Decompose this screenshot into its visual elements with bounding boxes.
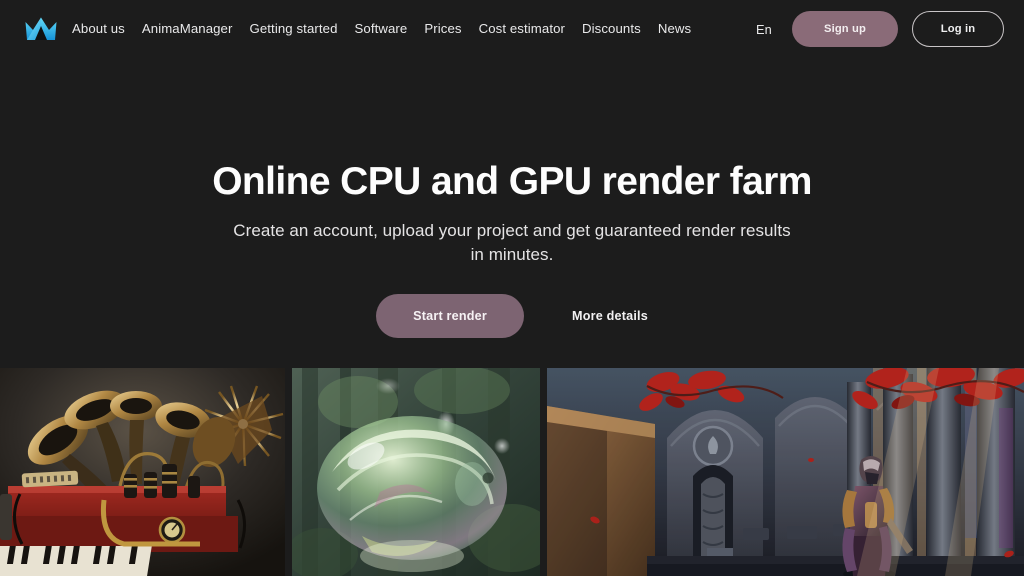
more-details-link[interactable]: More details <box>572 309 648 323</box>
gallery-card-steampunk-organ[interactable] <box>0 368 285 576</box>
gallery-card-gothic-temple[interactable] <box>547 368 1024 576</box>
nav-prices[interactable]: Prices <box>424 22 461 35</box>
nav-getting-started[interactable]: Getting started <box>250 22 338 35</box>
forest-bubble-image <box>292 368 540 576</box>
log-in-button[interactable]: Log in <box>912 11 1004 47</box>
hero-section: Online CPU and GPU render farm Create an… <box>0 58 1024 368</box>
steampunk-organ-image <box>0 368 285 576</box>
main-navigation: About us AnimaManager Getting started So… <box>72 22 691 35</box>
hero-title: Online CPU and GPU render farm <box>212 160 812 203</box>
start-render-button[interactable]: Start render <box>376 293 525 338</box>
gallery-card-forest-bubble[interactable] <box>292 368 540 576</box>
header-actions: En Sign up Log in <box>750 11 1004 47</box>
nav-animamanager[interactable]: AnimaManager <box>142 22 233 35</box>
nav-news[interactable]: News <box>658 22 691 35</box>
site-header: About us AnimaManager Getting started So… <box>0 0 1024 58</box>
nav-cost-estimator[interactable]: Cost estimator <box>479 22 565 35</box>
hero-subtitle: Create an account, upload your project a… <box>233 221 791 265</box>
sign-up-button[interactable]: Sign up <box>792 11 898 47</box>
render-gallery <box>0 368 1024 576</box>
gothic-temple-image <box>547 368 1024 576</box>
nav-software[interactable]: Software <box>355 22 408 35</box>
landing-page: About us AnimaManager Getting started So… <box>0 0 1024 576</box>
hero-actions: Start render More details <box>376 293 648 338</box>
nav-discounts[interactable]: Discounts <box>582 22 641 35</box>
nav-about-us[interactable]: About us <box>72 22 125 35</box>
anima-crown-logo-icon[interactable] <box>24 14 58 44</box>
language-selector[interactable]: En <box>750 18 778 41</box>
